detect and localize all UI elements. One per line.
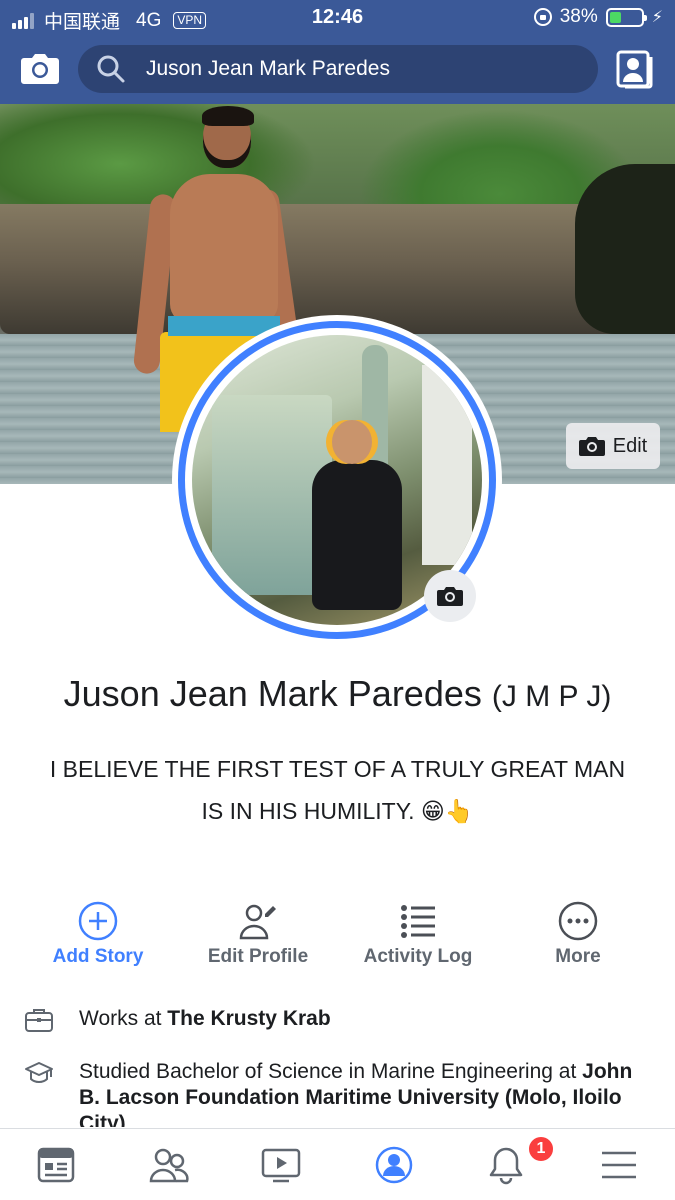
camera-icon[interactable]: [20, 50, 60, 86]
search-query: Juson Jean Mark Paredes: [146, 57, 390, 80]
education-text: Studied Bachelor of Science in Marine En…: [79, 1059, 654, 1127]
search-bar[interactable]: Juson Jean Mark Paredes: [78, 45, 598, 93]
update-profile-picture-button[interactable]: [424, 570, 476, 622]
watch-icon: [262, 1148, 301, 1183]
more-icon: [558, 901, 598, 941]
add-circle-icon: [78, 901, 118, 941]
work-place[interactable]: The Krusty Krab: [167, 1007, 330, 1030]
activity-log-label: Activity Log: [363, 946, 473, 967]
notification-badge: 1: [527, 1135, 555, 1163]
bio-line: I BELIEVE THE FIRST TEST OF A TRULY GREA…: [49, 756, 626, 782]
profile-name: Juson Jean Mark Paredes (J M P J): [0, 673, 675, 715]
work-text: Works at The Krusty Krab: [79, 1006, 331, 1032]
bottom-tab-bar: 1: [0, 1128, 675, 1200]
top-bar: 中国联通 4G VPN 12:46 38% ⚡ Juson Jean Mark …: [0, 0, 675, 104]
profile-name-text: Juson Jean Mark Paredes: [63, 673, 482, 714]
graduation-cap-icon: [25, 1062, 53, 1083]
friends-icon: [149, 1148, 189, 1183]
alternate-name: (J M P J): [491, 680, 612, 713]
profile-bio[interactable]: I BELIEVE THE FIRST TEST OF A TRULY GREA…: [20, 748, 655, 832]
education-prefix: Studied Bachelor of Science in Marine En…: [79, 1060, 583, 1083]
search-icon: [97, 55, 125, 83]
work-prefix: Works at: [79, 1007, 168, 1030]
profile-icon: [375, 1146, 412, 1184]
news-feed-icon: [38, 1147, 75, 1183]
menu-icon: [601, 1151, 636, 1179]
camera-icon: [437, 587, 463, 606]
tab-news-feed[interactable]: [0, 1129, 113, 1200]
edit-profile-button[interactable]: Edit Profile: [178, 900, 338, 970]
battery-percent: 38%: [559, 6, 598, 27]
add-story-label: Add Story: [52, 946, 144, 967]
briefcase-icon: [25, 1009, 53, 1032]
list-icon: [401, 905, 435, 938]
tab-notifications[interactable]: 1: [450, 1129, 563, 1200]
tab-watch[interactable]: [225, 1129, 338, 1200]
edit-cover-button[interactable]: Edit: [566, 423, 660, 469]
edit-profile-label: Edit Profile: [207, 946, 309, 967]
profile-actions: Add Story Edit Profile Activity Log More: [18, 900, 658, 970]
edit-cover-label: Edit: [612, 434, 648, 457]
tab-friends[interactable]: [113, 1129, 226, 1200]
more-button[interactable]: More: [498, 900, 658, 970]
work-info[interactable]: Works at The Krusty Krab: [24, 1006, 654, 1034]
education-info[interactable]: Studied Bachelor of Science in Marine En…: [24, 1059, 654, 1127]
more-label: More: [555, 946, 601, 967]
rotation-lock-icon: [533, 8, 552, 26]
notifications-icon: [490, 1147, 523, 1185]
friends-profile-icon[interactable]: [615, 49, 657, 89]
tab-profile[interactable]: [338, 1129, 451, 1200]
tab-menu[interactable]: [563, 1129, 675, 1200]
camera-icon: [578, 437, 605, 456]
status-bar: 中国联通 4G VPN 12:46 38% ⚡: [0, 0, 675, 36]
edit-person-icon: [239, 904, 276, 940]
battery-icon: [605, 7, 647, 27]
activity-log-button[interactable]: Activity Log: [338, 900, 498, 970]
charging-icon: ⚡: [651, 9, 663, 26]
add-story-button[interactable]: Add Story: [18, 900, 178, 970]
bio-line: IS IN HIS HUMILITY. 😁👆: [201, 798, 474, 824]
